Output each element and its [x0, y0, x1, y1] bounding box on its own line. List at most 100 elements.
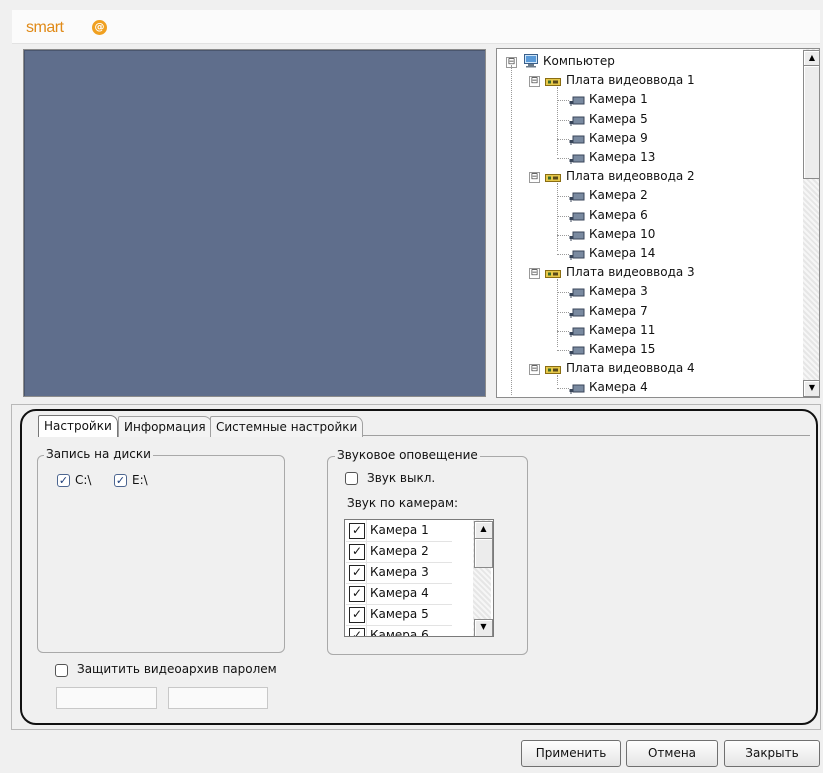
logo-text: smart	[26, 19, 64, 36]
camera-5-sound-label: Камера 5	[370, 607, 429, 621]
tree-root-label[interactable]: Компьютер	[543, 52, 615, 71]
tab-settings[interactable]: Настройки	[38, 415, 118, 437]
camera-2-sound-label: Камера 2	[370, 544, 429, 558]
list-item[interactable]: ✓ Камера 3	[346, 562, 452, 584]
list-separator	[366, 625, 367, 636]
tree-camera-label[interactable]: Камера 6	[589, 206, 648, 225]
protect-archive-checkbox[interactable]	[55, 664, 68, 677]
camera-icon	[569, 153, 585, 164]
tree-connector	[511, 65, 512, 395]
disk-c-checkbox[interactable]: ✓	[57, 474, 70, 487]
tree-scroll-thumb[interactable]	[803, 65, 819, 179]
tree-camera-label[interactable]: Камера 15	[589, 340, 655, 359]
tree-connector	[557, 330, 569, 332]
camera-6-sound-checkbox[interactable]: ✓	[349, 628, 365, 636]
tree-connector	[557, 234, 569, 236]
video-display[interactable]	[23, 49, 486, 397]
apply-button[interactable]: Применить	[521, 740, 621, 767]
disk-c-label: C:\	[75, 473, 92, 487]
tree-connector	[557, 254, 569, 255]
camera-icon	[569, 345, 585, 356]
password-confirm-field[interactable]	[168, 687, 268, 709]
list-item[interactable]: ✓ Камера 6	[346, 625, 452, 637]
tab-system-settings[interactable]: Системные настройки	[210, 416, 364, 437]
camera-1-sound-checkbox[interactable]: ✓	[349, 523, 365, 539]
sound-legend: Звуковое оповещение	[335, 448, 480, 462]
tree-connector	[557, 100, 569, 102]
tree-camera-label[interactable]: Камера 5	[589, 110, 648, 129]
app-header	[12, 10, 820, 44]
camera-1-sound-label: Камера 1	[370, 523, 429, 537]
camera-icon	[569, 191, 585, 203]
camera-3-sound-checkbox[interactable]: ✓	[349, 565, 365, 581]
list-separator	[366, 541, 367, 562]
tree-connector	[557, 375, 558, 386]
tree-board-label[interactable]: Плата видеоввода 2	[566, 167, 695, 186]
sound-list-scroll-up-button[interactable]: ▲	[474, 521, 493, 539]
board-3-collapse-toggle[interactable]: ⊟	[529, 268, 540, 280]
tree-connector	[557, 196, 569, 198]
tree-camera-label[interactable]: Камера 14	[589, 244, 655, 263]
tree-board-label[interactable]: Плата видеоввода 3	[566, 263, 695, 282]
board-1-collapse-toggle[interactable]: ⊟	[529, 76, 540, 88]
sound-list-scroll-thumb[interactable]	[474, 538, 493, 568]
mute-checkbox[interactable]	[345, 472, 358, 485]
camera-4-sound-checkbox[interactable]: ✓	[349, 586, 365, 602]
logo-icon: @	[92, 20, 107, 35]
tree-camera-label[interactable]: Камера 3	[589, 282, 648, 301]
camera-icon	[569, 115, 585, 126]
sound-list-scroll-down-button[interactable]: ▼	[474, 619, 493, 636]
mute-label: Звук выкл.	[367, 471, 436, 485]
close-button[interactable]: Закрыть	[724, 740, 820, 767]
disk-e-checkbox[interactable]: ✓	[114, 474, 127, 487]
tree-camera-label[interactable]: Камера 7	[589, 302, 648, 321]
tab-information[interactable]: Информация	[118, 416, 212, 437]
tree-connector	[557, 158, 569, 159]
tree-camera-label[interactable]: Камера 13	[589, 148, 655, 167]
tree-camera-label[interactable]: Камера 9	[589, 129, 648, 148]
board-icon	[545, 364, 561, 375]
camera-icon	[569, 95, 585, 107]
board-4-collapse-toggle[interactable]: ⊟	[529, 364, 540, 376]
disk-e-label: E:\	[132, 473, 148, 487]
tree-connector	[557, 388, 569, 390]
list-separator	[366, 520, 367, 541]
protect-archive-label: Защитить видеоархив паролем	[77, 662, 277, 676]
camera-icon	[569, 230, 585, 241]
tree-camera-label[interactable]: Камера 1	[589, 90, 648, 109]
tree-camera-label[interactable]: Камера 2	[589, 186, 648, 205]
list-separator	[366, 562, 367, 583]
tree-connector	[557, 292, 569, 294]
tree-scroll-down-button[interactable]: ▼	[803, 380, 819, 397]
tree-connector	[557, 215, 569, 217]
camera-6-sound-label: Камера 6	[370, 628, 429, 637]
list-item[interactable]: ✓ Камера 1	[346, 520, 452, 542]
tree-camera-label[interactable]: Камера 10	[589, 225, 655, 244]
per-camera-label: Звук по камерам:	[347, 496, 459, 510]
board-2-collapse-toggle[interactable]: ⊟	[529, 172, 540, 184]
camera-icon	[569, 211, 585, 222]
camera-icon	[569, 326, 585, 337]
tree-connector	[557, 119, 569, 121]
board-icon	[545, 172, 561, 183]
list-item[interactable]: ✓ Камера 2	[346, 541, 452, 563]
list-separator	[366, 604, 367, 625]
camera-2-sound-checkbox[interactable]: ✓	[349, 544, 365, 560]
tree-camera-label[interactable]: Камера 4	[589, 378, 648, 397]
list-item[interactable]: ✓ Камера 4	[346, 583, 452, 605]
tree-board-label[interactable]: Плата видеоввода 4	[566, 359, 695, 378]
cancel-button[interactable]: Отмена	[626, 740, 718, 767]
camera-5-sound-checkbox[interactable]: ✓	[349, 607, 365, 623]
tree-camera-label[interactable]: Камера 11	[589, 321, 655, 340]
sound-camera-list[interactable]: ✓ Камера 1 ✓ Камера 2 ✓ Камера 3 ✓ Камер…	[344, 519, 494, 637]
camera-icon	[569, 287, 585, 299]
tree-connector	[557, 311, 569, 313]
camera-icon	[569, 249, 585, 260]
tree-connector	[557, 350, 569, 351]
tree-board-label[interactable]: Плата видеоввода 1	[566, 71, 695, 90]
tree-connector	[557, 183, 558, 251]
device-tree[interactable]: ⊟ Компьютер ⊟ Плата видеоввода 1 Камера 1 Кам…	[496, 48, 820, 398]
list-item[interactable]: ✓ Камера 5	[346, 604, 452, 626]
computer-icon	[523, 54, 539, 68]
password-field[interactable]	[56, 687, 157, 709]
